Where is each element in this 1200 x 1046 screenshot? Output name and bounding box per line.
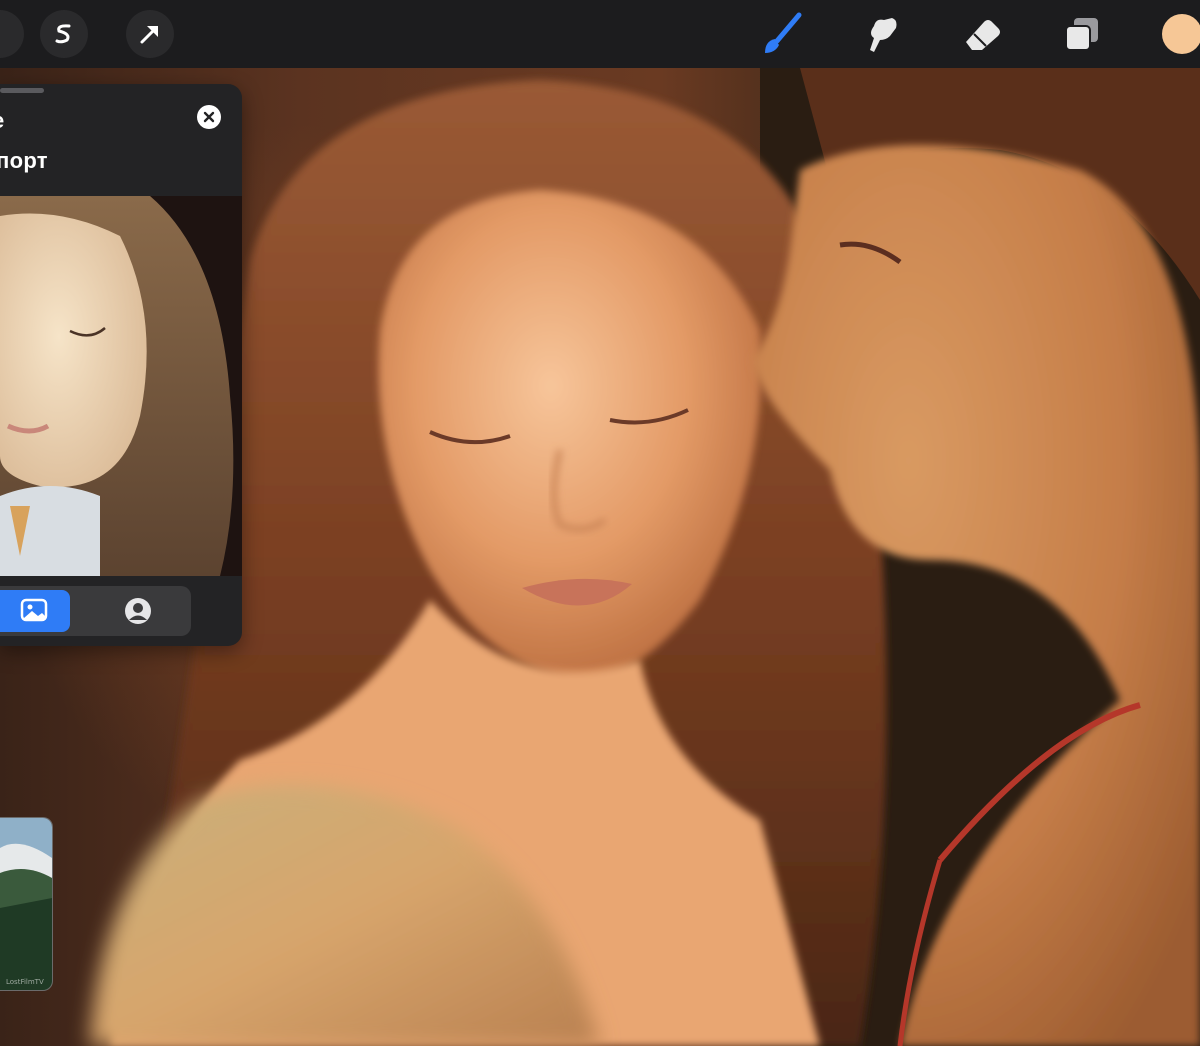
face-icon xyxy=(125,598,151,624)
transform-arrow-icon xyxy=(140,26,158,44)
selection-icon xyxy=(55,24,71,44)
panel-grabber-handle[interactable] xyxy=(0,88,44,93)
eraser-button[interactable] xyxy=(958,10,1006,58)
transform-button[interactable] xyxy=(126,10,174,58)
brush-icon xyxy=(765,12,802,53)
layers-button[interactable] xyxy=(1058,10,1106,58)
panel-title: e xyxy=(0,108,20,138)
current-color-swatch[interactable] xyxy=(1162,14,1200,54)
smudge-icon xyxy=(870,18,897,52)
selection-button[interactable] xyxy=(40,10,88,58)
adjustments-button[interactable] xyxy=(0,10,24,58)
landscape-thumbnail-image xyxy=(0,818,52,990)
reference-image[interactable] xyxy=(0,196,242,576)
close-button[interactable] xyxy=(197,105,221,129)
top-toolbar xyxy=(0,0,1200,68)
close-icon xyxy=(203,111,215,123)
reference-panel[interactable]: e порт xyxy=(0,84,242,646)
eraser-icon xyxy=(966,20,1000,50)
face-mode-tab[interactable] xyxy=(100,590,176,632)
panel-subtitle: порт xyxy=(0,148,48,173)
reference-portrait xyxy=(0,196,242,576)
video-thumbnail[interactable]: LostFilmTV xyxy=(0,817,53,991)
layers-icon xyxy=(1065,18,1098,51)
reference-mode-switch xyxy=(0,586,191,636)
thumbnail-watermark: LostFilmTV xyxy=(6,978,44,986)
image-icon xyxy=(20,598,48,622)
image-mode-tab[interactable] xyxy=(0,590,70,632)
brush-button[interactable] xyxy=(758,10,806,58)
panel-title-text: e xyxy=(0,108,4,134)
smudge-button[interactable] xyxy=(858,10,906,58)
